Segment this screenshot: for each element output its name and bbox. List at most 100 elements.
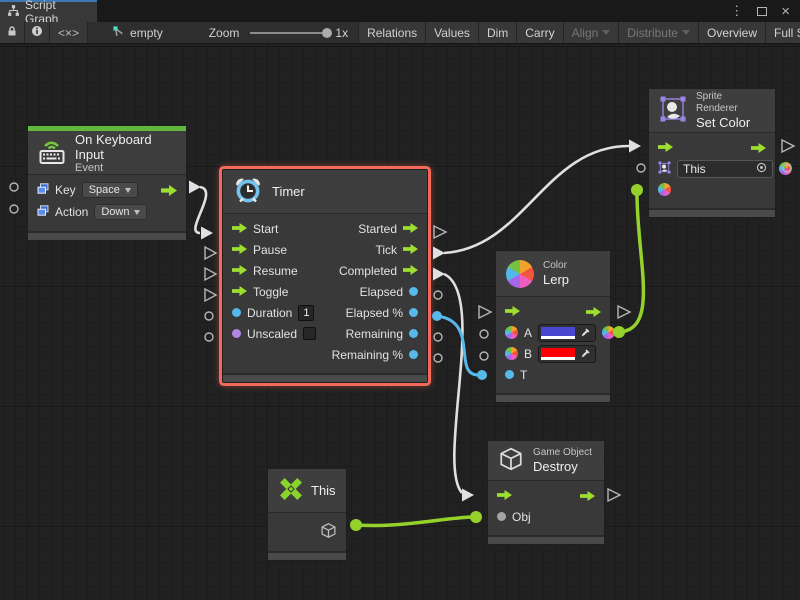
- port-set-color-flow-out[interactable]: [782, 140, 794, 152]
- port-timer-duration[interactable]: [205, 312, 213, 320]
- port-lerp-flow-out[interactable]: [618, 306, 630, 318]
- color-in-port[interactable]: [505, 326, 518, 339]
- window-maximize-icon[interactable]: [757, 7, 767, 16]
- overview-button[interactable]: Overview: [698, 22, 765, 43]
- port-keyboard-action[interactable]: [10, 205, 18, 213]
- flow-out-port[interactable]: [580, 491, 595, 501]
- port-timer-completed-connected[interactable]: [433, 268, 445, 281]
- port-destroy-flow-out[interactable]: [608, 489, 620, 501]
- wire-lerp-out-to-color-in[interactable]: [619, 194, 643, 332]
- port-lerp-b[interactable]: [480, 352, 488, 360]
- value-in-port[interactable]: [232, 329, 241, 338]
- eyedropper-icon[interactable]: [577, 327, 593, 339]
- duration-input[interactable]: 1: [298, 305, 314, 321]
- window-menu-icon[interactable]: ⋮: [730, 3, 743, 19]
- flow-out-port[interactable]: [403, 222, 418, 236]
- value-out-port[interactable]: [779, 162, 792, 175]
- flow-in-port[interactable]: [232, 222, 247, 236]
- flow-out-port[interactable]: [751, 143, 766, 153]
- port-timer-remaining-pct[interactable]: [434, 354, 442, 362]
- window-close-icon[interactable]: ×: [781, 3, 790, 20]
- flow-in-port[interactable]: [232, 285, 247, 299]
- port-timer-tick-connected[interactable]: [433, 247, 445, 260]
- value-out-port[interactable]: [409, 350, 418, 359]
- value-in-port[interactable]: [505, 370, 514, 379]
- value-out-port[interactable]: [409, 308, 418, 317]
- target-object-field[interactable]: This: [677, 160, 773, 178]
- port-this-out-connected[interactable]: [350, 519, 362, 531]
- value-in-port[interactable]: [232, 308, 241, 317]
- port-keyboard-trigger-connected[interactable]: [189, 181, 201, 194]
- port-elapsed-pct-connected[interactable]: [432, 311, 442, 321]
- carry-button[interactable]: Carry: [516, 22, 562, 43]
- node-set-color[interactable]: Sprite Renderer Set Color This: [648, 88, 776, 218]
- t-label: T: [520, 368, 527, 382]
- lock-button[interactable]: [0, 22, 25, 43]
- flow-in-port[interactable]: [658, 141, 673, 155]
- flow-in-port[interactable]: [232, 264, 247, 278]
- port-timer-pause[interactable]: [205, 247, 216, 259]
- object-picker-icon[interactable]: [756, 162, 767, 176]
- align-button[interactable]: Align: [563, 22, 619, 43]
- wire-completed-to-destroy[interactable]: [444, 274, 462, 493]
- eyedropper-icon[interactable]: [577, 348, 593, 360]
- port-timer-resume[interactable]: [205, 268, 216, 280]
- port-lerp-a[interactable]: [480, 330, 488, 338]
- sprite-renderer-port-icon[interactable]: [658, 161, 671, 177]
- distribute-button[interactable]: Distribute: [618, 22, 698, 43]
- flow-in-port[interactable]: [505, 305, 520, 319]
- node-color-lerp[interactable]: Color Lerp A B: [495, 250, 611, 403]
- port-lerp-flow-in[interactable]: [479, 306, 491, 318]
- wire-this-to-obj[interactable]: [356, 517, 472, 526]
- node-destroy[interactable]: Game Object Destroy Obj: [487, 440, 605, 545]
- elapsed-label: Elapsed: [360, 285, 403, 299]
- key-dropdown[interactable]: Space: [82, 182, 138, 198]
- port-timer-remaining[interactable]: [434, 333, 442, 341]
- game-object-out-port[interactable]: [320, 522, 337, 539]
- color-out-port[interactable]: [602, 326, 615, 339]
- value-out-port[interactable]: [409, 287, 418, 296]
- zoom-slider[interactable]: [250, 32, 330, 34]
- port-timer-toggle[interactable]: [205, 289, 216, 301]
- dim-button[interactable]: Dim: [478, 22, 516, 43]
- color-a-swatch[interactable]: [541, 327, 575, 339]
- node-on-keyboard-input[interactable]: On Keyboard Input Event Key Space Action…: [27, 125, 187, 241]
- value-out-port[interactable]: [409, 329, 418, 338]
- tab-script-graph[interactable]: Script Graph: [0, 0, 97, 22]
- flow-out-port[interactable]: [403, 243, 418, 257]
- zoom-slider-handle[interactable]: [322, 28, 332, 38]
- flow-out-port[interactable]: [586, 307, 601, 317]
- action-dropdown[interactable]: Down: [94, 204, 147, 220]
- flow-in-port[interactable]: [497, 489, 512, 503]
- full-screen-button[interactable]: Full Screen: [765, 22, 800, 43]
- color-b-swatch[interactable]: [541, 348, 575, 360]
- flow-out-port[interactable]: [403, 264, 418, 278]
- title-bar: Script Graph ⋮ ×: [0, 0, 800, 22]
- info-button[interactable]: [25, 22, 50, 43]
- values-button[interactable]: Values: [425, 22, 478, 43]
- value-in-port[interactable]: [497, 512, 506, 521]
- color-b-field[interactable]: [538, 345, 596, 363]
- trigger-out-port[interactable]: [161, 185, 177, 196]
- unscaled-checkbox[interactable]: [303, 327, 316, 340]
- port-keyboard-key[interactable]: [10, 183, 18, 191]
- graph-canvas[interactable]: On Keyboard Input Event Key Space Action…: [0, 44, 800, 600]
- relations-button[interactable]: Relations: [358, 22, 425, 43]
- port-timer-unscaled[interactable]: [205, 333, 213, 341]
- color-a-field[interactable]: [538, 324, 596, 342]
- port-destroy-obj-connected[interactable]: [470, 511, 482, 523]
- wire-keyboard-to-timer-start[interactable]: [195, 187, 206, 233]
- color-in-port[interactable]: [505, 347, 518, 360]
- port-set-color-color-in-connected[interactable]: [631, 184, 643, 196]
- node-timer[interactable]: Timer Start Started Pause Tick Resume Co…: [222, 169, 428, 383]
- wire-tick-to-set-color[interactable]: [444, 146, 629, 253]
- code-view-button[interactable]: <×>: [50, 22, 88, 43]
- port-timer-started[interactable]: [434, 226, 446, 238]
- port-lerp-t-connected[interactable]: [477, 370, 487, 380]
- color-in-port[interactable]: [658, 183, 671, 196]
- node-this[interactable]: This: [267, 468, 347, 561]
- flow-in-port[interactable]: [232, 243, 247, 257]
- port-set-color-target[interactable]: [637, 164, 645, 172]
- wire-elapsed-pct-to-t[interactable]: [437, 316, 478, 375]
- port-timer-elapsed[interactable]: [434, 291, 442, 299]
